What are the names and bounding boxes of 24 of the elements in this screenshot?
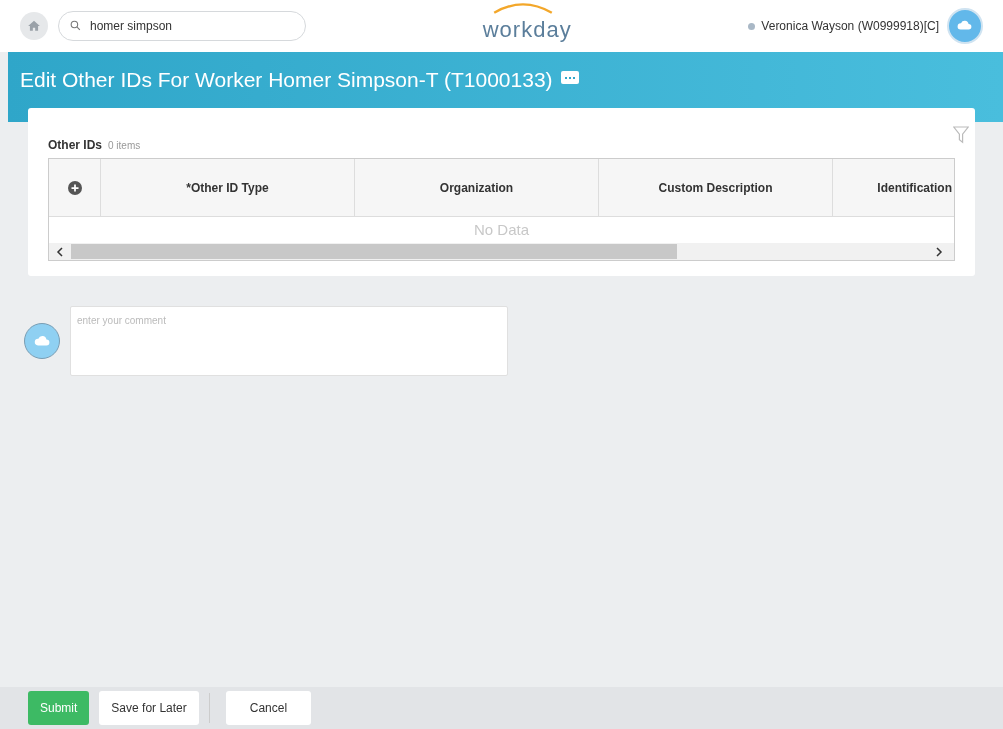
comment-field[interactable]: enter your comment bbox=[70, 306, 508, 376]
column-header[interactable]: *Other ID Type bbox=[186, 178, 269, 197]
search-field[interactable]: homer simpson bbox=[58, 11, 306, 41]
user-name: Veronica Wayson (W0999918)[C] bbox=[761, 18, 939, 35]
more-button[interactable] bbox=[560, 71, 579, 84]
column-header[interactable]: Identification bbox=[877, 178, 952, 197]
home-icon bbox=[27, 19, 41, 33]
footer-button[interactable]: Cancel bbox=[225, 691, 312, 725]
page-title: Edit Other IDs For Worker Homer Simpson-T (T1000133) bbox=[20, 67, 553, 93]
grid-title: Other IDs bbox=[48, 137, 102, 154]
add-icon[interactable] bbox=[67, 180, 82, 195]
home-button[interactable] bbox=[20, 12, 48, 40]
filter-icon[interactable] bbox=[953, 126, 969, 144]
chevron-left-icon[interactable] bbox=[55, 246, 65, 257]
column-header[interactable]: Organization bbox=[439, 178, 514, 197]
search-icon bbox=[69, 19, 82, 32]
footer-button[interactable]: Save for Later bbox=[99, 691, 199, 725]
column-header[interactable]: Custom Description bbox=[658, 178, 773, 197]
chevron-right-icon[interactable] bbox=[934, 246, 944, 257]
avatar bbox=[24, 323, 60, 359]
item-count: 0 items bbox=[108, 139, 141, 153]
avatar bbox=[947, 8, 983, 44]
scrollbar[interactable] bbox=[49, 243, 954, 260]
logo: workday bbox=[482, 6, 572, 46]
